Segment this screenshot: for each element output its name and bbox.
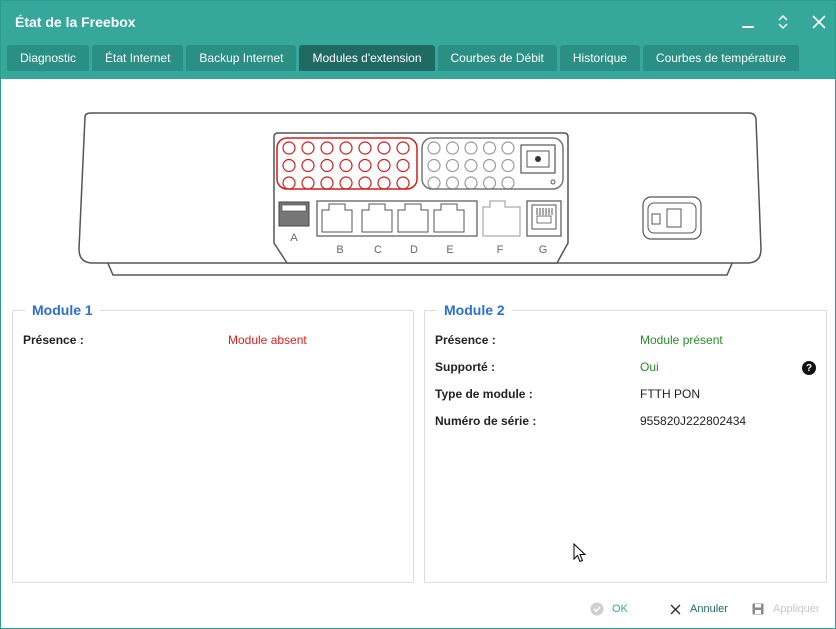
module2-hole — [501, 158, 515, 173]
ok-label: OK — [612, 603, 628, 615]
tab-historique[interactable]: Historique — [559, 45, 640, 71]
module2-hole — [501, 176, 515, 190]
serial-number-value: 955820J222802434 — [640, 414, 747, 428]
module1-hole — [301, 176, 315, 190]
module1-hole — [396, 141, 410, 155]
module1-hole — [358, 141, 372, 155]
module1-hole — [282, 176, 296, 190]
port-label-a: A — [290, 232, 298, 244]
cancel-button[interactable]: Annuler — [668, 601, 728, 617]
tab-modules-extension[interactable]: Modules d'extension — [299, 45, 435, 71]
module1-hole — [301, 141, 315, 155]
phone-port-clip — [536, 215, 552, 224]
presence-value: Module présent — [640, 333, 723, 347]
supported-value: Oui — [640, 360, 659, 374]
module1-presence-row: Présence : Module absent — [23, 333, 403, 349]
module2-hole — [464, 141, 478, 155]
module2-panel: Module 2 Présence : Module présent Suppo… — [424, 302, 827, 583]
help-icon[interactable]: ? — [802, 361, 816, 375]
module1-hole — [396, 176, 410, 190]
close-icon — [668, 602, 682, 616]
module1-hole — [339, 158, 353, 173]
module2-hole — [427, 176, 441, 190]
tab-courbes-debit[interactable]: Courbes de Débit — [437, 45, 557, 71]
module1-hole — [358, 158, 372, 173]
module1-hole — [282, 141, 296, 155]
module2-serial-row: Numéro de série : 955820J222802434 — [435, 414, 816, 430]
module2-type-row: Type de module : FTTH PON — [435, 387, 816, 403]
module2-presence-row: Présence : Module présent — [435, 333, 816, 349]
serial-number-label: Numéro de série : — [435, 414, 537, 428]
tab-backup-internet[interactable]: Backup Internet — [186, 45, 297, 71]
port-label-e: E — [446, 244, 453, 256]
module2-hole — [464, 176, 478, 190]
module1-title: Module 1 — [25, 302, 100, 318]
module1-hole — [377, 141, 391, 155]
module1-hole — [320, 141, 334, 155]
module1-hole — [339, 141, 353, 155]
freebox-state-window: État de la Freebox Diagnostic État Inter… — [0, 0, 836, 629]
module2-title: Module 2 — [437, 302, 512, 318]
updown-chevron-icon[interactable] — [772, 11, 794, 33]
module2-hole — [427, 141, 441, 155]
presence-label: Présence : — [435, 333, 496, 347]
module2-hole — [445, 141, 460, 155]
module2-hole — [482, 158, 497, 173]
presence-value: Module absent — [228, 333, 307, 347]
apply-label: Appliquer — [773, 603, 820, 615]
module-type-value: FTTH PON — [640, 387, 700, 401]
module1-panel: Module 1 Présence : Module absent — [12, 302, 414, 583]
tab-bar: Diagnostic État Internet Backup Internet… — [7, 45, 802, 71]
close-icon[interactable] — [808, 11, 830, 33]
module2-hole — [445, 158, 460, 173]
mouse-cursor-icon — [573, 543, 587, 563]
title-bar[interactable]: État de la Freebox Diagnostic État Inter… — [1, 1, 835, 79]
module2-hole — [464, 158, 478, 173]
port-label-b: B — [336, 244, 343, 256]
floppy-disk-icon — [751, 602, 765, 616]
ok-button[interactable]: OK — [590, 601, 628, 617]
module2-hole — [482, 141, 497, 155]
tab-etat-internet[interactable]: État Internet — [92, 45, 184, 71]
module2-hole — [445, 176, 460, 190]
apply-button[interactable]: Appliquer — [751, 601, 819, 617]
module-type-label: Type de module : — [435, 387, 533, 401]
module1-hole — [320, 158, 334, 173]
module1-hole — [396, 158, 410, 173]
check-circle-icon — [590, 602, 604, 616]
presence-label: Présence : — [23, 333, 84, 347]
port-label-c: C — [374, 244, 382, 256]
module1-hole — [282, 158, 296, 173]
module1-hole — [320, 176, 334, 190]
port-label-f: F — [497, 244, 504, 256]
port-label-g: G — [539, 244, 548, 256]
freebox-device-illustration: A B C D E F G — [78, 112, 762, 276]
tab-courbes-temperature[interactable]: Courbes de température — [642, 45, 799, 71]
cancel-label: Annuler — [690, 603, 728, 615]
module2-hole — [427, 158, 441, 173]
module1-hole — [339, 176, 353, 190]
minimize-icon[interactable] — [737, 11, 759, 33]
module2-hole — [501, 141, 515, 155]
module2-supported-row: Supporté : Oui ? — [435, 360, 816, 376]
module1-hole — [377, 158, 391, 173]
tab-diagnostic[interactable]: Diagnostic — [7, 45, 90, 71]
window-title: État de la Freebox — [15, 14, 136, 30]
module1-slot — [282, 141, 410, 190]
module1-hole — [301, 158, 315, 173]
module1-hole — [358, 176, 372, 190]
module1-hole — [377, 176, 391, 190]
port-label-d: D — [410, 244, 418, 256]
supported-label: Supporté : — [435, 360, 495, 374]
module2-hole — [482, 176, 497, 190]
